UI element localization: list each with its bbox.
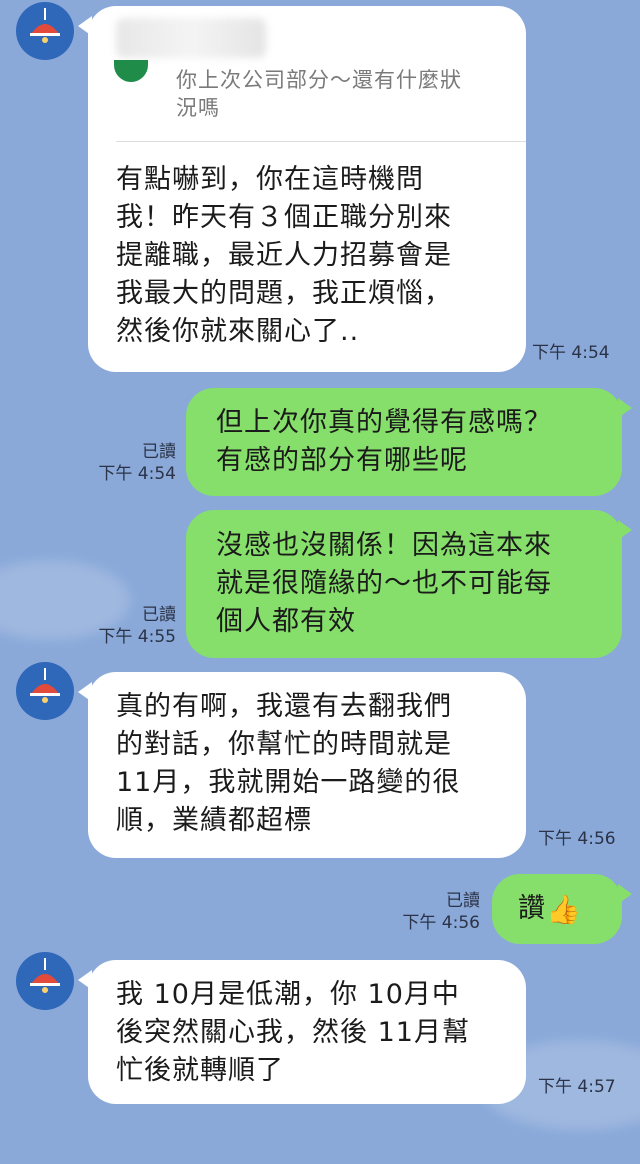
reply-sender-name-blurred [116, 18, 266, 58]
contact-avatar[interactable] [16, 952, 74, 1010]
message-time: 下午 4:56 [538, 829, 616, 849]
message-time: 下午 4:54 [532, 343, 610, 363]
read-receipt: 已讀 下午 4:54 [98, 442, 176, 484]
message-text: 真的有啊，我還有去翻我們 的對話，你幫忙的時間就是 11月，我就開始一路變的很 … [116, 691, 461, 836]
read-receipt: 已讀 下午 4:56 [402, 891, 480, 933]
message-bubble-outgoing[interactable]: 沒感也沒關係！因為這本來 就是很隨緣的～也不可能每 個人都有效 [186, 510, 632, 658]
thumbs-up-icon: 👍 [546, 892, 582, 926]
lamp-icon [30, 8, 60, 43]
contact-avatar[interactable] [16, 2, 74, 60]
reply-avatar-icon [114, 60, 148, 82]
reply-quote[interactable]: 你上次公司部分～還有什麼狀 況嗎 [176, 66, 462, 122]
contact-avatar[interactable] [16, 662, 74, 720]
message-bubble-outgoing[interactable]: 讚👍 [492, 874, 632, 944]
lamp-icon [30, 958, 60, 993]
message-bubble-incoming[interactable]: 我 10月是低潮，你 10月中 後突然關心我，然後 11月幫 忙後就轉順了 [78, 960, 526, 1104]
message-time: 下午 4:57 [538, 1077, 616, 1097]
read-receipt: 已讀 下午 4:55 [98, 605, 176, 647]
message-bubble-incoming[interactable]: 你上次公司部分～還有什麼狀 況嗎 有點嚇到，你在這時機問 我！昨天有３個正職分別… [78, 6, 526, 372]
message-text: 讚👍 [518, 890, 582, 929]
message-text: 有點嚇到，你在這時機問 我！昨天有３個正職分別來 提離職，最近人力招募會是 我最… [116, 164, 452, 347]
reply-divider [116, 141, 526, 142]
lamp-icon [30, 668, 60, 703]
message-text: 沒感也沒關係！因為這本來 就是很隨緣的～也不可能每 個人都有效 [216, 530, 552, 637]
message-bubble-incoming[interactable]: 真的有啊，我還有去翻我們 的對話，你幫忙的時間就是 11月，我就開始一路變的很 … [78, 672, 526, 858]
message-text: 我 10月是低潮，你 10月中 後突然關心我，然後 11月幫 忙後就轉順了 [116, 979, 470, 1086]
message-text: 但上次你真的覺得有感嗎？ 有感的部分有哪些呢 [216, 407, 552, 476]
message-bubble-outgoing[interactable]: 但上次你真的覺得有感嗎？ 有感的部分有哪些呢 [186, 388, 632, 496]
